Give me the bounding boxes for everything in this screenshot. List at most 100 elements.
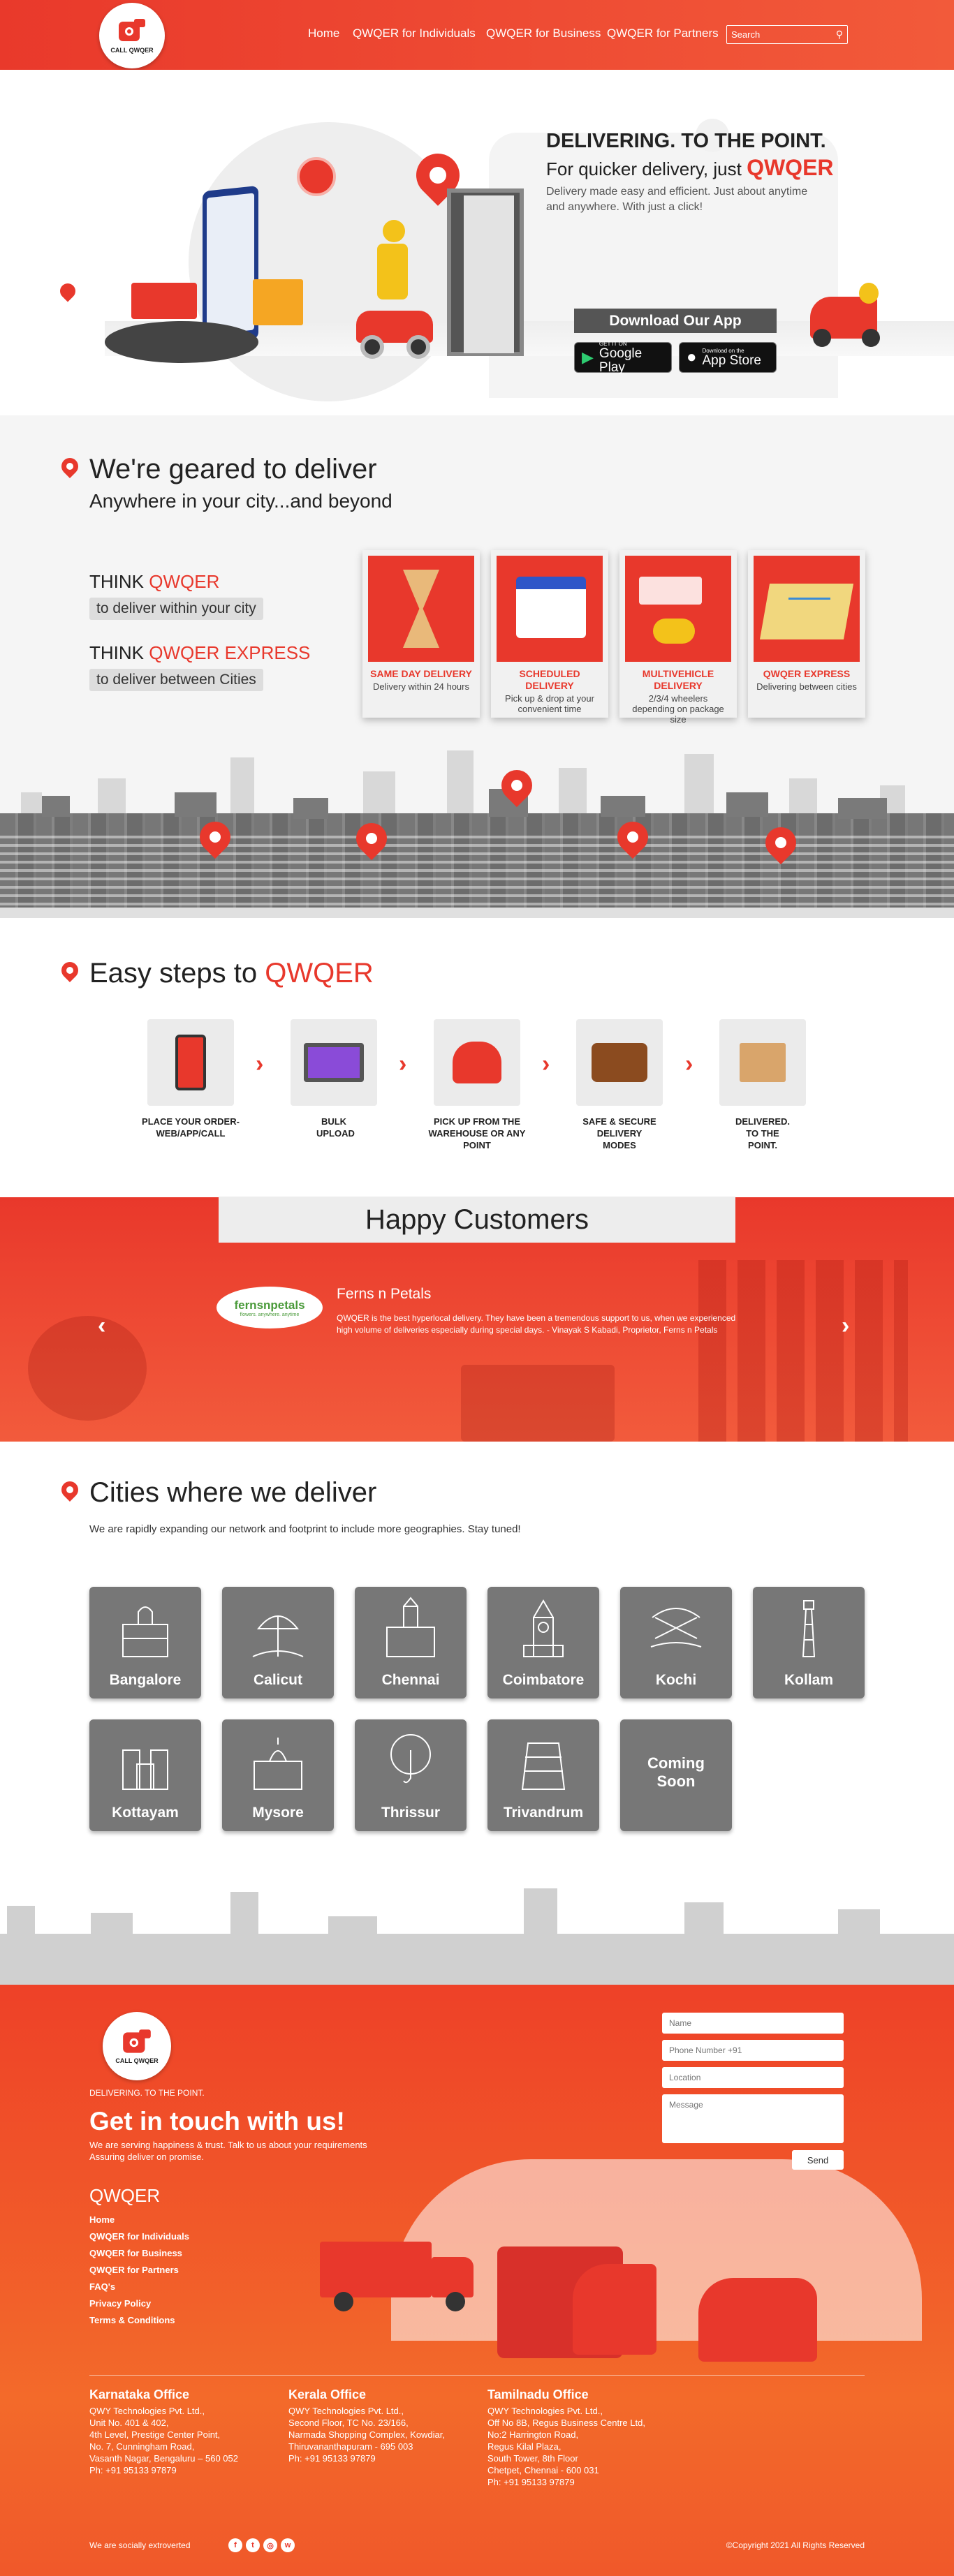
- carousel-next-icon[interactable]: ›: [842, 1312, 849, 1340]
- customer-logo: fernsnpetals flowers. anywhere. anytime: [217, 1287, 323, 1328]
- office-title: Karnataka Office: [89, 2388, 190, 2401]
- office-line: Vasanth Nagar, Bengaluru – 560 052: [89, 2453, 238, 2464]
- chevron-right-icon: ›: [399, 1051, 407, 1077]
- office-line: Ph: +91 95133 97879: [288, 2453, 376, 2464]
- city-name: Bangalore: [109, 1672, 182, 1688]
- download-app-button[interactable]: Download Our App: [574, 309, 777, 333]
- service-card-desc: 2/3/4 wheelers depending on package size: [632, 693, 724, 725]
- nav-business[interactable]: QWQER for Business: [486, 27, 601, 40]
- footer-link-business[interactable]: QWQER for Business: [89, 2248, 182, 2258]
- footer-link-home[interactable]: Home: [89, 2214, 115, 2225]
- office-line: QWY Technologies Pvt. Ltd.,: [288, 2406, 404, 2416]
- instagram-icon[interactable]: ◎: [263, 2538, 277, 2552]
- contact-location-input[interactable]: [662, 2067, 844, 2088]
- contact-send-button[interactable]: Send: [792, 2150, 844, 2170]
- city-bangalore[interactable]: Bangalore: [89, 1587, 201, 1698]
- vehicles-icon: [625, 556, 731, 662]
- google-play-badge[interactable]: ▶ GET IT ON Google Play: [574, 341, 672, 374]
- city-name: Coming Soon: [647, 1754, 705, 1790]
- twitter-icon[interactable]: t: [246, 2538, 260, 2552]
- elephant-icon: [390, 1734, 431, 1784]
- cities-title: Cities where we deliver: [89, 1477, 377, 1508]
- city-mysore[interactable]: Mysore: [222, 1719, 334, 1831]
- chevron-right-icon: ›: [685, 1051, 694, 1077]
- step-secure-icon: [576, 1019, 663, 1106]
- search-icon[interactable]: ⚲: [836, 29, 843, 40]
- door-panel: [464, 195, 514, 353]
- footer-logo[interactable]: CALL QWQER: [103, 2012, 171, 2080]
- church-icon: [122, 1749, 168, 1790]
- think-qwqer-express: THINK QWQER EXPRESS: [89, 642, 310, 664]
- footer-link-terms[interactable]: Terms & Conditions: [89, 2315, 175, 2325]
- hero-subheadline: For quicker delivery, just QWQER: [546, 155, 834, 181]
- facebook-icon[interactable]: f: [228, 2538, 242, 2552]
- footer-skyline: [0, 1885, 954, 1986]
- footer-link-individuals[interactable]: QWQER for Individuals: [89, 2231, 189, 2242]
- office-line: Ph: +91 95133 97879: [487, 2477, 575, 2487]
- footer-divider: [89, 2375, 865, 2376]
- hero-sub-prefix: For quicker delivery, just: [546, 158, 742, 179]
- office-line: Second Floor, TC No. 23/166,: [288, 2418, 409, 2428]
- think-express-desc: to deliver between Cities: [89, 669, 263, 691]
- city-chennai[interactable]: Chennai: [355, 1587, 467, 1698]
- nav-home[interactable]: Home: [308, 27, 339, 40]
- service-card-desc: Delivery within 24 hours: [372, 681, 469, 692]
- city-name: Kollam: [784, 1672, 833, 1688]
- contact-message-input[interactable]: [662, 2094, 844, 2143]
- footer-link-partners[interactable]: QWQER for Partners: [89, 2265, 179, 2275]
- nav-partners[interactable]: QWQER for Partners: [607, 27, 719, 40]
- footer-heading: Get in touch with us!: [89, 2107, 345, 2135]
- apple-icon: ●: [687, 348, 697, 367]
- office-line: Narmada Shopping Complex, Kowdiar,: [288, 2429, 446, 2440]
- office-kerala: Kerala Office QWY Technologies Pvt. Ltd.…: [288, 2388, 470, 2464]
- footer-line1: We are serving happiness & trust. Talk t…: [89, 2140, 367, 2150]
- logo-text: CALL QWQER: [110, 47, 154, 54]
- geared-title: We're geared to deliver: [89, 454, 377, 484]
- office-line: QWY Technologies Pvt. Ltd.,: [487, 2406, 603, 2416]
- service-card-desc: Pick up & drop at your convenient time: [505, 693, 594, 714]
- service-card[interactable]: SAME DAY DELIVERY Delivery within 24 hou…: [362, 550, 480, 718]
- footer-link-faq[interactable]: FAQ's: [89, 2281, 115, 2292]
- step-bulk-upload-icon: [291, 1019, 377, 1106]
- office-line: QWY Technologies Pvt. Ltd.,: [89, 2406, 205, 2416]
- think-qwqer-desc: to deliver within your city: [89, 598, 263, 620]
- office-tamilnadu: Tamilnadu Office QWY Technologies Pvt. L…: [487, 2388, 683, 2488]
- carousel-prev-icon[interactable]: ‹: [98, 1312, 105, 1340]
- google-play-icon: ▶: [582, 348, 594, 366]
- app-store-badge[interactable]: ● Download on the App Store: [679, 342, 777, 373]
- logo[interactable]: CALL QWQER: [99, 3, 165, 68]
- contact-phone-input[interactable]: [662, 2040, 844, 2061]
- city-trivandrum[interactable]: Trivandrum: [487, 1719, 599, 1831]
- contact-name-input[interactable]: [662, 2013, 844, 2034]
- copyright: ©Copyright 2021 All Rights Reserved: [726, 2540, 865, 2550]
- city-name: Thrissur: [381, 1805, 441, 1821]
- think-brand: QWQER EXPRESS: [149, 642, 311, 663]
- city-coimbatore[interactable]: Coimbatore: [487, 1587, 599, 1698]
- service-card[interactable]: MULTIVEHICLE DELIVERY 2/3/4 wheelers dep…: [619, 550, 737, 725]
- city-kottayam[interactable]: Kottayam: [89, 1719, 201, 1831]
- whatsapp-icon[interactable]: w: [281, 2538, 295, 2552]
- lighthouse-icon: [802, 1600, 816, 1657]
- search-input[interactable]: [727, 26, 825, 43]
- mysore-palace-icon: [254, 1738, 302, 1790]
- hero-headline: DELIVERING. TO THE POINT.: [546, 130, 826, 152]
- nav-individuals[interactable]: QWQER for Individuals: [353, 27, 476, 40]
- temple-icon: [521, 1742, 566, 1790]
- logo-text: CALL QWQER: [115, 2057, 159, 2064]
- service-card[interactable]: QWQER EXPRESS Delivering between cities: [748, 550, 865, 718]
- steps-title: Easy steps to QWQER: [89, 958, 374, 989]
- city-kochi[interactable]: Kochi: [620, 1587, 732, 1698]
- city-calicut[interactable]: Calicut: [222, 1587, 334, 1698]
- city-thrissur[interactable]: Thrissur: [355, 1719, 467, 1831]
- service-card[interactable]: SCHEDULED DELIVERY Pick up & drop at you…: [491, 550, 608, 718]
- footer-link-privacy[interactable]: Privacy Policy: [89, 2298, 151, 2309]
- customers-truck: [461, 1365, 615, 1442]
- customer-name: Ferns n Petals: [337, 1286, 432, 1302]
- office-line: South Tower, 8th Floor: [487, 2453, 578, 2464]
- logo-icon: [123, 2029, 151, 2053]
- hero-description: Delivery made easy and efficient. Just a…: [546, 186, 808, 213]
- office-title: Tamilnadu Office: [487, 2388, 589, 2401]
- customers-scooter: [28, 1316, 147, 1421]
- clock-tower-icon: [523, 1599, 564, 1657]
- city-kollam[interactable]: Kollam: [753, 1587, 865, 1698]
